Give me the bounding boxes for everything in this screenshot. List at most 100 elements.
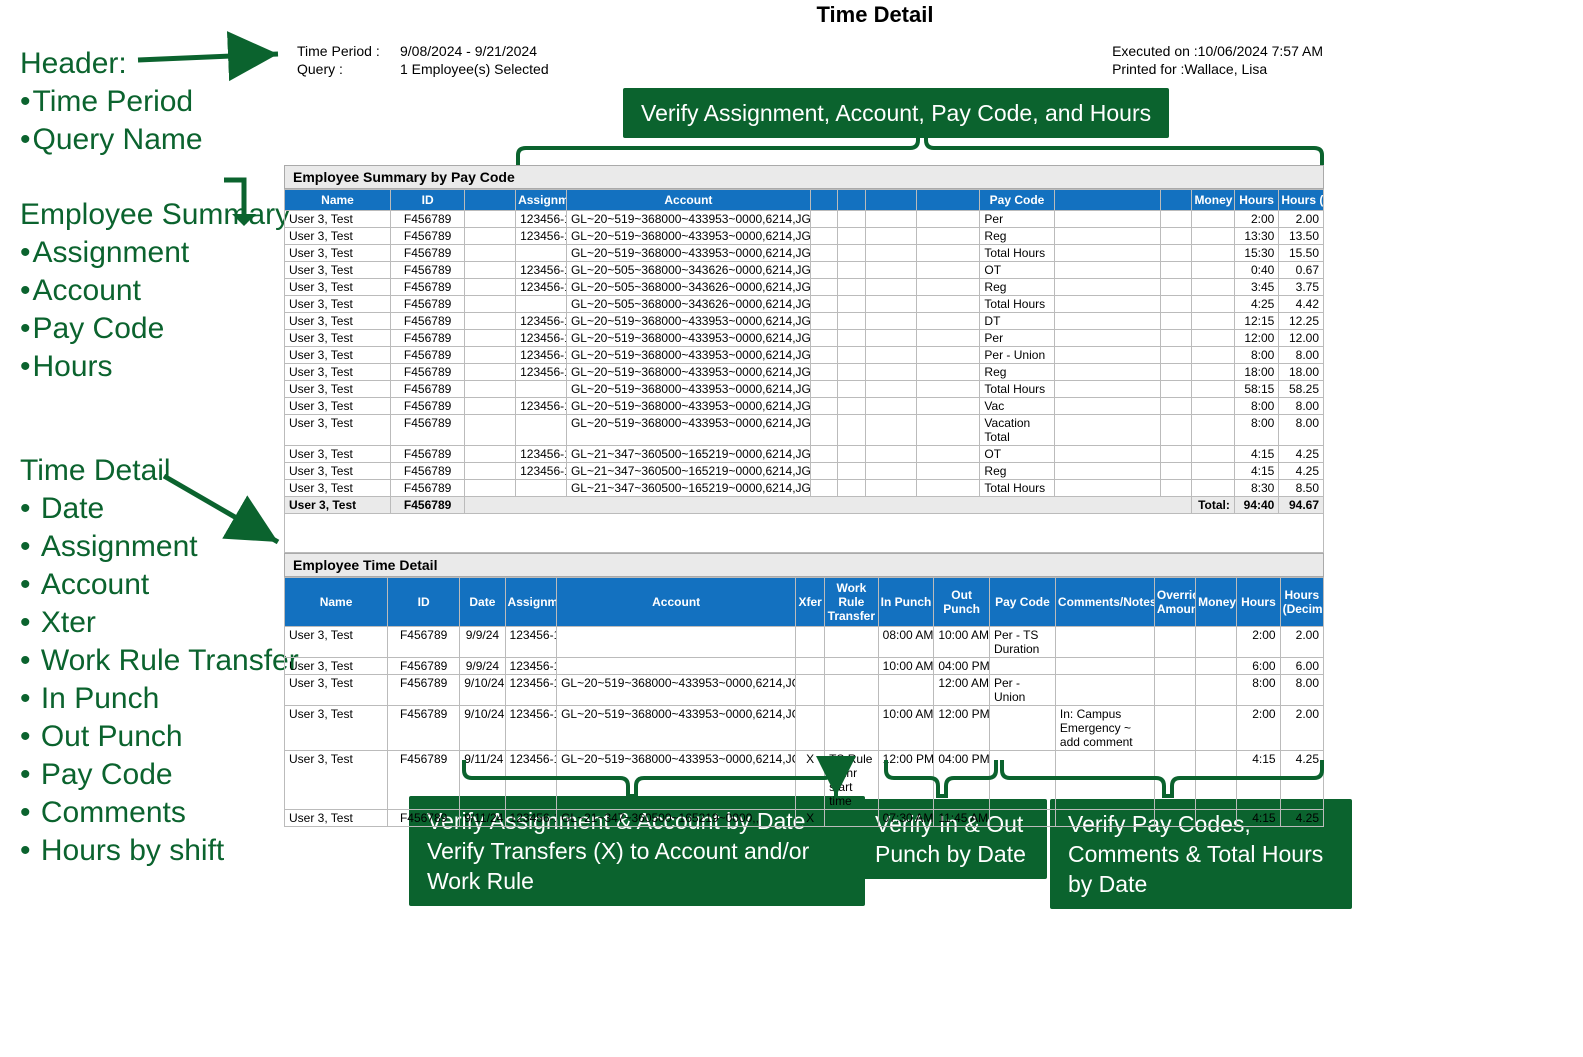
cell [865, 296, 916, 313]
cell [838, 398, 866, 415]
table-row: User 3, TestF456789GL~20~505~368000~3436… [285, 296, 1324, 313]
cell: GL~21~347~360500~165219~0000,6214,JG3A [566, 446, 810, 463]
cell: 2:00 [1234, 211, 1279, 228]
cell [865, 245, 916, 262]
cell [1054, 415, 1160, 446]
annot-item: Assignment [20, 234, 290, 272]
table-row: User 3, TestF4567899/10/24123456-10GL~20… [285, 706, 1324, 751]
cell: Total Hours [980, 381, 1054, 398]
cell: Per - Union [989, 675, 1055, 706]
cell [1154, 751, 1195, 810]
cell: OT [980, 262, 1054, 279]
cell [465, 279, 516, 296]
value-query: 1 Employee(s) Selected [400, 60, 549, 78]
cell: 10:00 AM [878, 706, 934, 751]
cell: 12:00 PM [878, 751, 934, 810]
cell [1192, 245, 1234, 262]
cell [838, 381, 866, 398]
cell: 18.00 [1279, 364, 1324, 381]
cell: GL~21~347~360500~165219~0000,6214,JG3A [566, 463, 810, 480]
table-row: User 3, TestF456789123456-12GL~20~519~36… [285, 228, 1324, 245]
detail-col-header: Assignme [505, 578, 557, 627]
cell: 12:00 [1234, 330, 1279, 347]
cell [865, 446, 916, 463]
cell: F456789 [391, 347, 465, 364]
summary-col-header [810, 190, 838, 211]
cell [1192, 211, 1234, 228]
cell: 4.25 [1280, 810, 1323, 827]
printed-for: Printed for :Wallace, Lisa [1112, 60, 1323, 78]
cell: User 3, Test [285, 627, 388, 658]
executed-on: Executed on :10/06/2024 7:57 AM [1112, 42, 1323, 60]
cell: 3.75 [1279, 279, 1324, 296]
cell [916, 480, 980, 497]
cell: GL~20~519~368000~433953~0000,6214,JG3A [566, 245, 810, 262]
cell [989, 751, 1055, 810]
cell: GL~20~519~368000~433953~0000,6214,JG3A [557, 706, 796, 751]
cell [1196, 658, 1237, 675]
summary-col-header [838, 190, 866, 211]
total-name: User 3, Test [285, 497, 391, 514]
cell: User 3, Test [285, 658, 388, 675]
cell: F456789 [391, 381, 465, 398]
cell: GL~21~347~360500~165219~0000,6214,JG3A [566, 480, 810, 497]
report-title: Time Detail [760, 2, 990, 28]
cell: 123456-10 [516, 262, 567, 279]
cell: F456789 [391, 446, 465, 463]
cell: User 3, Test [285, 415, 391, 446]
cell: 6:00 [1237, 658, 1280, 675]
cell [1054, 211, 1160, 228]
cell: User 3, Test [285, 211, 391, 228]
cell: 04:00 PM [934, 658, 990, 675]
cell: Total Hours [980, 296, 1054, 313]
cell: GL~20~519~368000~433953~0000,6214,JG3A [566, 415, 810, 446]
cell: 08:00 AM [878, 627, 934, 658]
cell: 3:45 [1234, 279, 1279, 296]
cell: 9/9/24 [460, 627, 505, 658]
cell: User 3, Test [285, 228, 391, 245]
cell: User 3, Test [285, 364, 391, 381]
annot-item: Time Period [20, 83, 203, 121]
cell [1160, 398, 1192, 415]
detail-col-header: Account [557, 578, 796, 627]
cell [465, 313, 516, 330]
summary-table: NameIDAssignmeAccountPay CodeMoneyHoursH… [284, 189, 1324, 514]
cell: 8.00 [1279, 398, 1324, 415]
report-area: Employee Summary by Pay Code NameIDAssig… [284, 165, 1324, 827]
annot-item: Account [20, 566, 299, 604]
cell [865, 262, 916, 279]
cell [838, 480, 866, 497]
cell [1160, 211, 1192, 228]
table-row: User 3, TestF456789123456-10GL~20~519~36… [285, 398, 1324, 415]
cell: 9/11/24 [460, 751, 505, 810]
cell: 0:40 [1234, 262, 1279, 279]
summary-col-header [1160, 190, 1192, 211]
cell: OT [980, 446, 1054, 463]
cell [825, 658, 879, 675]
cell [1055, 810, 1154, 827]
cell [916, 347, 980, 364]
cell [838, 463, 866, 480]
cell [465, 463, 516, 480]
cell: 8:30 [1234, 480, 1279, 497]
annot-item: Query Name [20, 121, 203, 159]
cell [838, 313, 866, 330]
cell [1154, 706, 1195, 751]
cell [796, 627, 825, 658]
cell [810, 211, 838, 228]
cell: 8.50 [1279, 480, 1324, 497]
cell: 2:00 [1237, 706, 1280, 751]
total-hours: 94:40 [1234, 497, 1279, 514]
cell [1160, 347, 1192, 364]
cell [1160, 313, 1192, 330]
cell [916, 296, 980, 313]
cell [865, 364, 916, 381]
cell [1054, 279, 1160, 296]
cell [838, 279, 866, 296]
value-time-period: 9/08/2024 - 9/21/2024 [400, 42, 549, 60]
table-row: User 3, TestF456789123456-10GL~21~347~36… [285, 463, 1324, 480]
cell [1196, 751, 1237, 810]
cell: F456789 [388, 627, 460, 658]
cell: 9/10/24 [460, 706, 505, 751]
cell [1055, 675, 1154, 706]
